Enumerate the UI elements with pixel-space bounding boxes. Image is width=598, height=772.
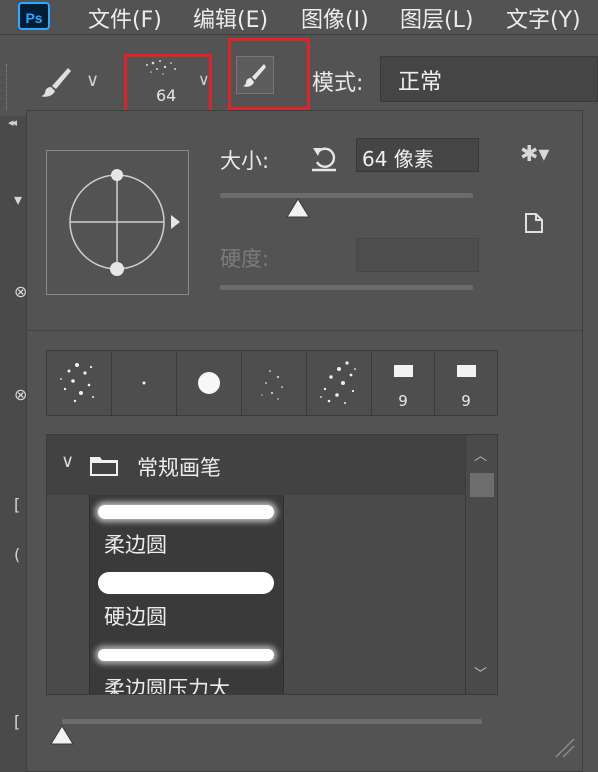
tool-preset-chevron-down-icon[interactable]: ∨ (86, 70, 99, 91)
menu-file[interactable]: 文件(F) (88, 2, 162, 34)
hardness-slider[interactable] (220, 285, 473, 290)
blend-mode-value: 正常 (398, 70, 443, 95)
preview-size-slider-thumb[interactable] (49, 724, 75, 746)
toggle-brush-settings-icon[interactable] (236, 56, 274, 94)
scroll-up-icon[interactable]: ︿ (474, 445, 487, 464)
preset-list-scrollbar[interactable]: ︿ ﹀ (465, 435, 497, 694)
collapse-panel-icon[interactable]: ◂◂ (8, 116, 17, 129)
tools-panel-strip (0, 116, 26, 772)
preset-item-soft-round[interactable]: 柔边圆 (90, 495, 283, 567)
menu-bar: Ps 文件(F) 编辑(E) 图像(I) 图层(L) 文字(Y) (0, 0, 598, 34)
hard-stroke-preview (98, 572, 274, 594)
square-brush-icon (457, 365, 476, 377)
gear-icon[interactable]: ✱▾ (520, 142, 549, 167)
preset-label: 柔边圆压力大 (104, 677, 230, 695)
chevron-down-icon[interactable]: ∨ (61, 451, 74, 472)
folder-icon (90, 457, 118, 476)
tool-glyph-icon[interactable]: [ (14, 495, 20, 514)
square-brush-icon (394, 365, 413, 377)
brush-tip-shape-preview[interactable] (46, 150, 189, 295)
recent-brush-spatter[interactable] (47, 351, 112, 415)
preset-item-soft-round-pressure[interactable]: 柔边圆压力大 (90, 639, 283, 695)
dot-brush-icon (142, 381, 146, 385)
preset-label: 柔边圆 (104, 533, 167, 557)
photoshop-logo[interactable]: Ps (18, 2, 50, 30)
folder-row-general-brushes[interactable]: ∨ 常规画笔 (47, 435, 465, 495)
recent-brush-spatter-light[interactable] (242, 351, 307, 415)
size-slider-thumb[interactable] (285, 197, 311, 219)
preview-size-slider[interactable] (62, 719, 482, 724)
brush-size-readout: 64 (156, 86, 177, 105)
menu-edit[interactable]: 编辑(E) (193, 2, 268, 34)
recent-brush-size: 9 (398, 392, 408, 410)
preset-picker-chevron-down-icon[interactable]: ∨ (198, 70, 210, 89)
new-preset-icon[interactable] (524, 212, 544, 234)
recent-brushes: 9 9 (46, 350, 498, 416)
brush-preset-list: ∨ 常规画笔 柔边圆 硬边圆 柔边圆压力大 ︿ ﹀ (46, 434, 498, 695)
soft-stroke-preview (98, 505, 274, 519)
spatter-brush-icon (320, 361, 356, 404)
recent-brush-dot[interactable] (112, 351, 177, 415)
round-brush-icon (198, 372, 220, 394)
tool-glyph-icon[interactable]: ( (14, 545, 20, 564)
size-slider[interactable] (220, 193, 473, 198)
soft-stroke-preview (98, 649, 274, 661)
size-label: 大小: (220, 149, 270, 173)
preset-items: 柔边圆 硬边圆 柔边圆压力大 (89, 495, 284, 695)
scroll-thumb[interactable] (470, 473, 494, 497)
folder-label: 常规画笔 (137, 456, 221, 480)
menu-image[interactable]: 图像(I) (301, 2, 369, 34)
hardness-label: 硬度: (220, 247, 270, 271)
recent-brush-square-9[interactable]: 9 (435, 351, 497, 415)
toolbar-grip[interactable] (6, 64, 11, 110)
preset-label: 硬边圆 (104, 605, 167, 629)
recent-brush-spatter-dense[interactable] (307, 351, 372, 415)
menu-layer[interactable]: 图层(L) (400, 2, 473, 34)
menu-type[interactable]: 文字(Y) (506, 2, 581, 34)
reset-size-icon[interactable] (310, 142, 338, 172)
mode-label: 模式: (312, 71, 364, 96)
preset-item-hard-round[interactable]: 硬边圆 (90, 567, 283, 639)
recent-brush-size: 9 (461, 392, 471, 410)
recent-brush-round[interactable] (177, 351, 242, 415)
recent-brush-square-9[interactable]: 9 (372, 351, 435, 415)
spatter-brush-icon (261, 370, 283, 400)
scroll-down-icon[interactable]: ﹀ (474, 663, 487, 682)
spatter-brush-icon (60, 363, 94, 403)
hardness-input[interactable] (356, 238, 479, 272)
tool-glyph-icon[interactable]: [ (14, 712, 20, 731)
brush-icon[interactable] (38, 64, 74, 100)
size-input-value: 64 像素 (362, 147, 434, 171)
resize-grip-icon[interactable] (552, 735, 576, 759)
tool-glyph-icon[interactable]: ▾ (14, 190, 22, 209)
panel-divider (26, 330, 582, 331)
